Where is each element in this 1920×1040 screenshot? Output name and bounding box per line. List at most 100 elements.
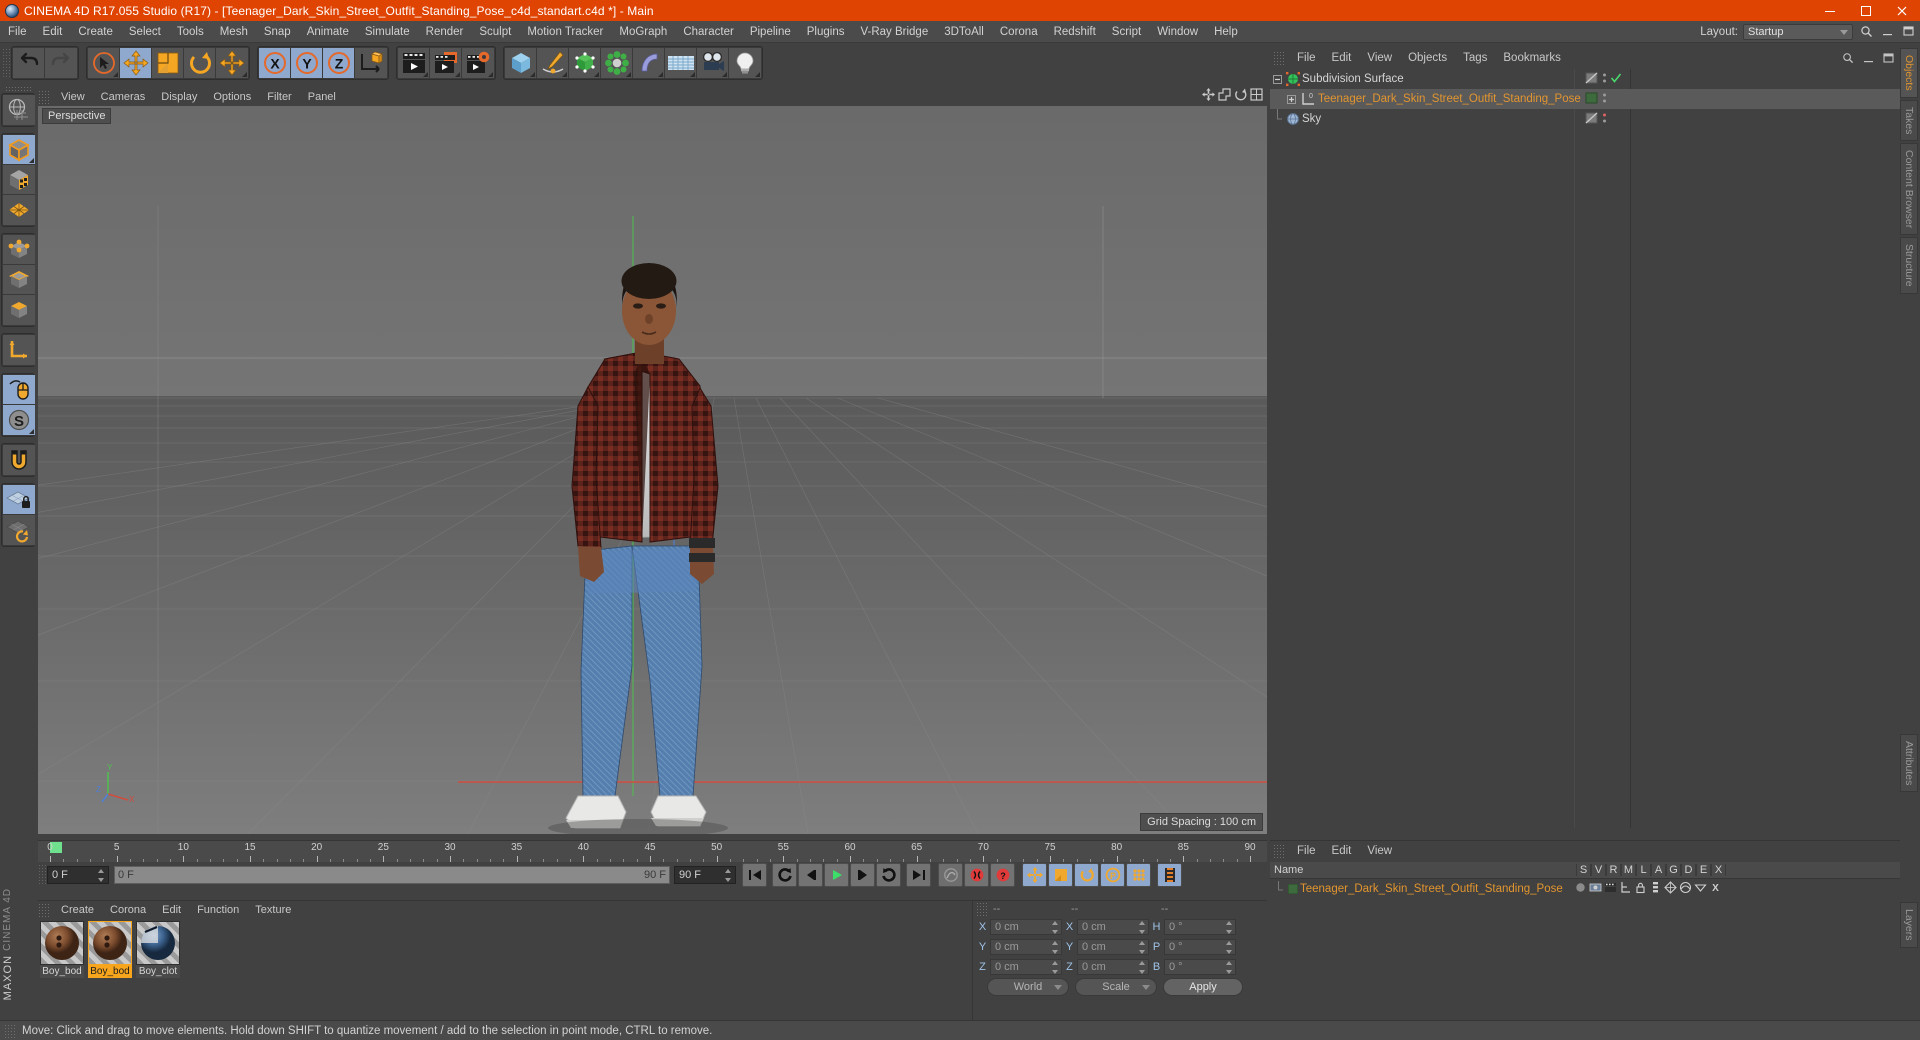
solo-icon[interactable]	[1574, 881, 1587, 897]
material-tag-icon[interactable]	[1585, 91, 1599, 108]
position-y-input[interactable]: 0 cm	[990, 939, 1062, 955]
add-array-button[interactable]	[601, 48, 633, 78]
panel-layout-icon[interactable]	[1250, 88, 1263, 106]
object-menu-grip[interactable]	[1273, 51, 1285, 65]
dynamic-place-tool[interactable]	[216, 48, 248, 78]
tab-layers[interactable]: Layers	[1900, 902, 1918, 948]
face-mode-tool[interactable]	[3, 295, 35, 325]
record-scale-button[interactable]	[1048, 863, 1073, 887]
coordinate-mode-select[interactable]: Scale	[1075, 978, 1157, 996]
menu-tools[interactable]: Tools	[169, 21, 212, 43]
expressions-icon[interactable]	[1694, 881, 1707, 897]
manager-icon[interactable]	[1619, 881, 1632, 897]
status-grip[interactable]	[4, 1023, 16, 1038]
texture-mode-tool[interactable]	[3, 165, 35, 195]
redo-button[interactable]	[45, 48, 77, 78]
menu-help[interactable]: Help	[1206, 21, 1246, 43]
layer-col-x[interactable]: X	[1711, 864, 1726, 876]
add-nurbs-button[interactable]	[569, 48, 601, 78]
spinner-icon[interactable]	[1139, 961, 1146, 974]
layer-col-l[interactable]: L	[1636, 864, 1651, 876]
deformers-icon[interactable]	[1679, 881, 1692, 897]
record-active-objects-button[interactable]	[964, 863, 989, 887]
left-toolbar-grip[interactable]	[5, 86, 31, 93]
menu-edit[interactable]: Edit	[35, 21, 71, 43]
size-x-input[interactable]: 0 cm	[1077, 919, 1149, 935]
maximize-button[interactable]	[1848, 0, 1884, 21]
add-cube-button[interactable]	[505, 48, 537, 78]
y-axis-lock[interactable]: Y	[291, 48, 323, 78]
material-item[interactable]: Boy_bod	[40, 921, 84, 978]
step-forward-button[interactable]	[850, 863, 875, 887]
visibility-dot-icon[interactable]	[1585, 71, 1599, 88]
spinner-icon[interactable]	[725, 869, 732, 882]
rotation-p-input[interactable]: 0 °	[1164, 939, 1236, 955]
menu-character[interactable]: Character	[675, 21, 742, 43]
search-icon[interactable]	[1858, 24, 1874, 40]
visibility-dot-icon[interactable]	[1585, 111, 1599, 128]
animation-icon[interactable]	[1649, 881, 1662, 897]
generators-icon[interactable]	[1664, 881, 1677, 897]
object-row-sky[interactable]: Sky	[1270, 109, 1900, 129]
object-menu-bookmarks[interactable]: Bookmarks	[1495, 52, 1569, 64]
object-menu-edit[interactable]: Edit	[1324, 52, 1360, 64]
viewport-menu-options[interactable]: Options	[205, 91, 259, 103]
layer-menu-view[interactable]: View	[1359, 845, 1400, 857]
object-menu-view[interactable]: View	[1359, 52, 1400, 64]
visibility-toggle-dots[interactable]	[1602, 111, 1607, 128]
go-to-next-key-button[interactable]	[876, 863, 901, 887]
material-menu-corona[interactable]: Corona	[102, 904, 154, 916]
size-z-input[interactable]: 0 cm	[1077, 959, 1149, 975]
menu-select[interactable]: Select	[121, 21, 169, 43]
viewport-3d-canvas[interactable]: Y X Z Perspective Grid Spacing : 100 cm	[38, 106, 1267, 834]
visible-icon[interactable]	[1589, 881, 1602, 897]
undo-button[interactable]	[13, 48, 45, 78]
spinner-icon[interactable]	[1139, 921, 1146, 934]
object-axis-tool[interactable]	[3, 335, 35, 365]
menu-snap[interactable]: Snap	[256, 21, 299, 43]
z-axis-lock[interactable]: Z	[323, 48, 355, 78]
record-pla-button[interactable]	[1126, 863, 1151, 887]
xref-icon[interactable]: X	[1709, 881, 1722, 897]
add-light-button[interactable]	[729, 48, 761, 78]
go-to-end-button[interactable]	[906, 863, 931, 887]
rotate-view-icon[interactable]	[1234, 88, 1247, 106]
layer-color-swatch[interactable]	[1286, 884, 1300, 894]
add-spline-button[interactable]	[537, 48, 569, 78]
render-to-picture-viewer-button[interactable]	[430, 48, 462, 78]
panel-restore-icon[interactable]	[1880, 50, 1896, 66]
menu-sculpt[interactable]: Sculpt	[471, 21, 519, 43]
panel-restore-icon[interactable]	[1900, 24, 1916, 40]
spinner-icon[interactable]	[1226, 961, 1233, 974]
move-view-icon[interactable]	[1202, 88, 1215, 106]
layer-col-e[interactable]: E	[1696, 864, 1711, 876]
object-menu-file[interactable]: File	[1289, 52, 1324, 64]
layer-col-r[interactable]: R	[1606, 864, 1621, 876]
layer-col-d[interactable]: D	[1681, 864, 1696, 876]
polygon-mode-tool[interactable]	[3, 195, 35, 225]
go-to-start-button[interactable]	[742, 863, 767, 887]
apply-button[interactable]: Apply	[1163, 978, 1243, 996]
menu-mograph[interactable]: MoGraph	[611, 21, 675, 43]
menu-pipeline[interactable]: Pipeline	[742, 21, 799, 43]
render-view-button[interactable]	[398, 48, 430, 78]
material-menu-grip[interactable]	[38, 903, 50, 917]
live-selection-tool[interactable]	[88, 48, 120, 78]
tab-structure[interactable]: Structure	[1900, 237, 1918, 294]
world-object-coordinates[interactable]	[355, 48, 387, 78]
keyframe-help-button[interactable]: ?	[990, 863, 1015, 887]
expander-icon[interactable]	[1270, 74, 1284, 84]
current-frame-field[interactable]: 0 F	[47, 866, 109, 884]
panel-minimize-icon[interactable]	[1879, 24, 1895, 40]
visibility-toggle-dots[interactable]	[1602, 71, 1607, 88]
menu-simulate[interactable]: Simulate	[357, 21, 418, 43]
render-icon[interactable]	[1604, 881, 1617, 897]
position-x-input[interactable]: 0 cm	[990, 919, 1062, 935]
material-menu-edit[interactable]: Edit	[154, 904, 189, 916]
menu-corona[interactable]: Corona	[992, 21, 1046, 43]
menu-redshift[interactable]: Redshift	[1046, 21, 1104, 43]
expander-icon[interactable]	[1284, 94, 1298, 104]
layer-menu-grip[interactable]	[1273, 844, 1285, 858]
spinner-icon[interactable]	[1226, 941, 1233, 954]
viewport-menu-grip[interactable]	[38, 90, 50, 104]
